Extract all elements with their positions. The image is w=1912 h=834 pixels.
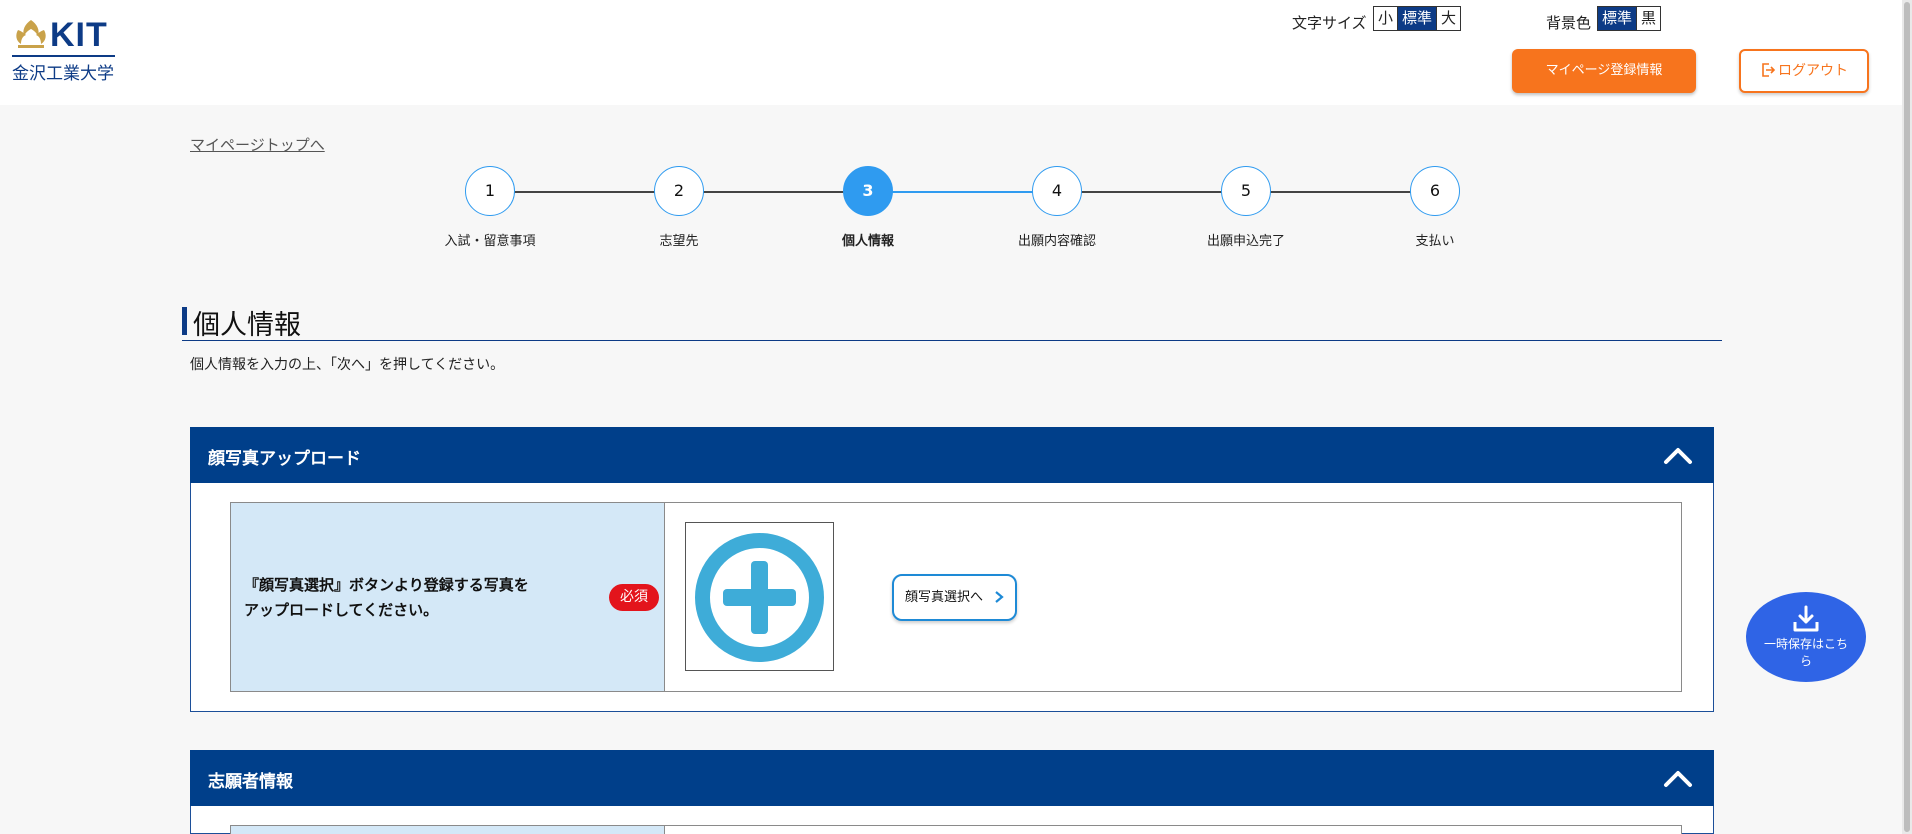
page-instructions: 個人情報を入力の上、「次へ」を押してください。 xyxy=(190,357,505,373)
plus-circle-icon xyxy=(695,533,824,662)
instruction-line-2: アップロードしてください。 xyxy=(244,601,439,619)
photo-section-body: 『顔写真選択』ボタンより登録する写真を アップロードしてください。 必須 顔写真… xyxy=(190,483,1714,712)
font-size-standard[interactable]: 標準 xyxy=(1398,7,1438,30)
instruction-line-1: 『顔写真選択』ボタンより登録する写真を xyxy=(244,576,529,594)
logout-button[interactable]: ログアウト xyxy=(1739,49,1869,93)
applicant-field-label xyxy=(231,826,665,834)
select-photo-button[interactable]: 顔写真選択へ xyxy=(892,574,1017,621)
progress-stepper: 1 入試・留意事項 2 志望先 3 個人情報 4 出願内容確認 5 出願申込完了… xyxy=(420,166,1490,256)
required-badge: 必須 xyxy=(609,584,659,611)
chevron-up-icon[interactable] xyxy=(1662,443,1694,467)
chevron-up-icon[interactable] xyxy=(1662,766,1694,790)
logout-icon xyxy=(1762,63,1776,77)
bg-color-switcher: 標準 黒 xyxy=(1597,6,1662,31)
site-header: KIT 金沢工業大学 文字サイズ 小 標準 大 背景色 標準 黒 マイページ登録… xyxy=(0,0,1902,105)
logo-text: KIT xyxy=(50,16,108,54)
step-number: 3 xyxy=(843,166,893,216)
bg-color-standard[interactable]: 標準 xyxy=(1598,7,1638,30)
step-label: 個人情報 xyxy=(841,234,894,249)
photo-upload-row: 『顔写真選択』ボタンより登録する写真を アップロードしてください。 必須 顔写真… xyxy=(230,502,1682,692)
step-connector xyxy=(679,191,868,193)
download-icon xyxy=(1793,605,1819,632)
kit-logo-icon xyxy=(16,20,46,48)
logout-label: ログアウト xyxy=(1778,63,1848,79)
kit-logo[interactable]: KIT 金沢工業大学 xyxy=(12,16,122,84)
step-connector xyxy=(490,191,679,193)
photo-field-label: 『顔写真選択』ボタンより登録する写真を アップロードしてください。 必須 xyxy=(231,503,665,691)
applicant-row xyxy=(230,825,1682,834)
font-size-switcher: 小 標準 大 xyxy=(1373,6,1462,31)
step-connector xyxy=(1057,191,1246,193)
font-size-label: 文字サイズ xyxy=(1292,14,1367,32)
temporary-save-label: 一時保存はこちら xyxy=(1763,637,1848,668)
step-connector-active xyxy=(868,191,1057,193)
photo-preview[interactable] xyxy=(685,522,834,671)
title-accent-bar xyxy=(182,307,187,335)
photo-instruction: 『顔写真選択』ボタンより登録する写真を アップロードしてください。 xyxy=(244,573,564,623)
logo-subtitle: 金沢工業大学 xyxy=(12,64,114,84)
step-label: 出願内容確認 xyxy=(1017,234,1096,249)
temporary-save-button[interactable]: 一時保存はこちら xyxy=(1746,592,1866,682)
step-number: 1 xyxy=(465,166,515,216)
step-label: 入試・留意事項 xyxy=(444,234,536,249)
font-size-large[interactable]: 大 xyxy=(1437,7,1461,30)
section-title: 志願者情報 xyxy=(208,772,293,792)
section-title: 顔写真アップロード xyxy=(208,449,361,469)
step-number: 6 xyxy=(1410,166,1460,216)
logo-divider xyxy=(12,55,115,57)
bg-color-label: 背景色 xyxy=(1546,14,1592,32)
step-number: 5 xyxy=(1221,166,1271,216)
step-number: 2 xyxy=(654,166,704,216)
step-label: 出願申込完了 xyxy=(1206,234,1285,249)
step-label: 支払い xyxy=(1415,234,1455,249)
chevron-right-icon xyxy=(995,591,1004,603)
step-number: 4 xyxy=(1032,166,1082,216)
applicant-section-header[interactable]: 志願者情報 xyxy=(190,750,1714,806)
title-underline xyxy=(182,340,1722,341)
photo-section-header[interactable]: 顔写真アップロード xyxy=(190,427,1714,483)
step-label: 志望先 xyxy=(659,234,699,249)
mypage-info-button[interactable]: マイページ登録情報 xyxy=(1512,49,1696,93)
select-photo-label: 顔写真選択へ xyxy=(905,590,984,605)
mypage-top-link[interactable]: マイページトップへ xyxy=(190,134,325,155)
applicant-section-body xyxy=(190,806,1714,834)
bg-color-black[interactable]: 黒 xyxy=(1637,7,1661,30)
step-connector xyxy=(1246,191,1435,193)
scrollbar-thumb[interactable] xyxy=(1904,2,1910,832)
font-size-small[interactable]: 小 xyxy=(1374,7,1399,30)
page-title: 個人情報 xyxy=(193,310,301,341)
